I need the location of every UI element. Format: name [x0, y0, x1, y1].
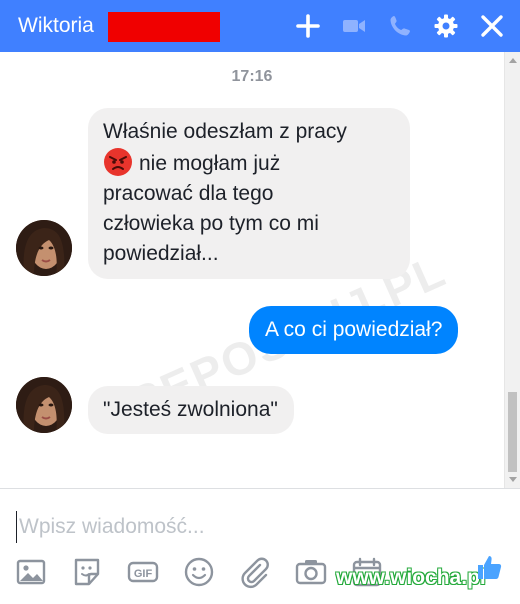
- camera-icon[interactable]: [294, 555, 328, 589]
- contact-name[interactable]: Wiktoria: [18, 13, 94, 39]
- message-line: pracować dla tego: [103, 182, 274, 205]
- message-list[interactable]: 17:16 REPOSTUJ.PL Właśnie odeszłam z pra…: [0, 52, 504, 488]
- message-line: człowieka po tym co mi: [103, 212, 319, 235]
- sticker-icon[interactable]: [70, 555, 104, 589]
- close-icon[interactable]: [478, 12, 506, 40]
- message-line: nie mogłam już: [103, 147, 396, 179]
- message-bubble-outgoing[interactable]: A co ci powiedział?: [249, 306, 459, 354]
- scroll-down-icon[interactable]: [509, 477, 517, 482]
- thumbs-up-icon[interactable]: [474, 552, 504, 582]
- paperclip-icon[interactable]: [238, 555, 272, 589]
- video-camera-icon[interactable]: [340, 12, 368, 40]
- site-watermark: www.wiocha.pl: [336, 566, 486, 589]
- message-input[interactable]: [16, 511, 489, 543]
- chat-header: Wiktoria: [0, 0, 520, 52]
- scroll-thumb[interactable]: [508, 392, 517, 472]
- svg-text:GIF: GIF: [134, 568, 153, 580]
- message-line: powiedział...: [103, 242, 219, 265]
- gear-icon[interactable]: [432, 12, 460, 40]
- message-bubble-incoming[interactable]: Właśnie odeszłam z pracy nie mogłam już …: [88, 108, 410, 279]
- phone-icon[interactable]: [386, 12, 414, 40]
- angry-face-icon: [103, 147, 133, 177]
- plus-icon[interactable]: [294, 12, 322, 40]
- message-line: Właśnie odeszłam z pracy: [103, 120, 347, 143]
- redaction-bar: [108, 12, 220, 42]
- contact-avatar[interactable]: [16, 377, 72, 433]
- scroll-up-icon[interactable]: [509, 58, 517, 63]
- emoji-icon[interactable]: [182, 555, 216, 589]
- scrollbar[interactable]: [504, 52, 520, 488]
- gif-icon[interactable]: GIF: [126, 555, 160, 589]
- contact-avatar[interactable]: [16, 220, 72, 276]
- message-bubble-incoming[interactable]: "Jesteś zwolniona": [88, 386, 294, 434]
- message-timestamp: 17:16: [231, 68, 273, 85]
- image-icon[interactable]: [14, 555, 48, 589]
